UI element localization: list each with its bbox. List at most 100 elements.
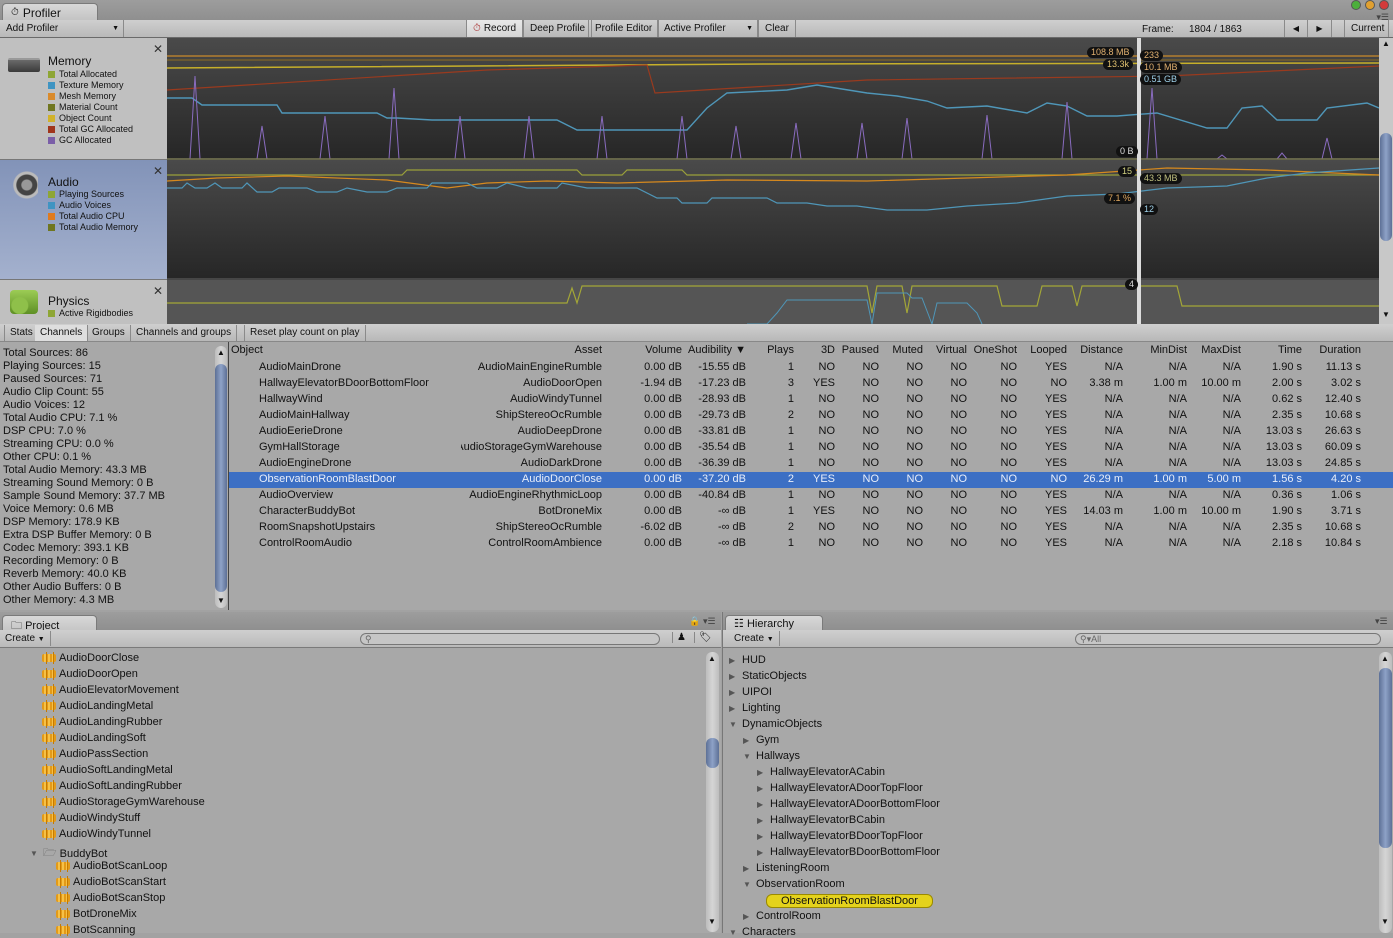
hierarchy-item[interactable]: ▶ HallwayElevatorADoorBottomFloor [757,798,940,810]
clear-button[interactable]: Clear [758,20,796,37]
scroll-thumb[interactable] [1380,133,1392,241]
scroll-up-icon[interactable]: ▲ [1381,654,1389,663]
panel-menu-icon[interactable]: ▾☰ [703,616,716,627]
tab-channels-and-groups[interactable]: Channels and groups [131,325,238,341]
collapse-arrow-icon[interactable]: ▼ [729,928,739,937]
legend-item[interactable]: Total Audio CPU [48,211,138,222]
table-row[interactable]: AudioMainDrone AudioMainEngineRumble 0.00 … [229,360,1393,376]
table-row[interactable]: AudioEerieDrone AudioDeepDrone 0.00 dB -33.… [229,424,1393,440]
expand-arrow-icon[interactable]: ▶ [729,704,739,713]
prev-frame-button[interactable]: ◀ [1284,20,1308,37]
project-item[interactable]: AudioLandingRubber [42,716,162,728]
expand-arrow-icon[interactable]: ▶ [757,800,767,809]
legend-item[interactable]: Total Allocated [48,69,133,80]
tab-stats[interactable]: Stats [4,325,39,341]
tab-project[interactable]: 🗀 Project [2,615,97,632]
table-row[interactable]: AudioOverview AudioEngineRhythmicLoop 0.00… [229,488,1393,504]
column-header[interactable]: 3D [797,344,835,356]
hierarchy-search-input[interactable]: ⚲▾All [1075,633,1381,645]
legend-item[interactable]: Playing Sources [48,189,138,200]
expand-arrow-icon[interactable]: ▶ [743,864,753,873]
project-item[interactable]: AudioDoorClose [42,652,139,664]
charts-scrollbar[interactable]: ▲ ▼ [1379,38,1393,324]
column-header[interactable]: Paused [839,344,879,356]
hierarchy-scrollbar[interactable]: ▲ ▼ [1379,652,1392,933]
project-item[interactable]: AudioElevatorMovement [42,684,179,696]
module-memory[interactable]: Memory ✕ Total Allocated Texture Memory … [0,38,167,160]
expand-arrow-icon[interactable]: ▶ [757,832,767,841]
next-frame-button[interactable]: ▶ [1308,20,1332,37]
table-row[interactable]: RoomSnapshotUpstairs ShipStereoOcRumble -6… [229,520,1393,536]
project-item[interactable]: AudioBotScanStop [56,892,165,904]
hierarchy-item[interactable]: ▶ UIPOI [729,686,772,698]
project-item[interactable]: AudioWindyTunnel [42,828,151,840]
column-header[interactable]: Audibility ▼ [684,344,746,356]
project-item[interactable]: AudioLandingSoft [42,732,146,744]
scroll-thumb[interactable] [215,364,227,592]
chart-svg[interactable] [167,38,1379,324]
scroll-down-icon[interactable]: ▼ [217,596,225,605]
hierarchy-item[interactable]: ▶ ControlRoom [743,910,821,922]
stats-scrollbar[interactable]: ▲ ▼ [215,346,227,608]
column-header[interactable]: Virtual [927,344,967,356]
scroll-down-icon[interactable]: ▼ [708,917,716,926]
project-scrollbar[interactable]: ▲ ▼ [706,652,719,932]
project-item[interactable]: AudioBotScanStart [56,876,166,888]
close-icon[interactable]: ✕ [153,284,163,298]
filter-by-label-icon[interactable]: 🏷 [694,632,716,643]
legend-item[interactable]: GC Allocated [48,135,133,146]
collapse-arrow-icon[interactable]: ▼ [743,880,753,889]
project-item[interactable]: AudioBotScanLoop [56,860,167,872]
record-button[interactable]: ⏱ Record [466,20,524,37]
create-dropdown[interactable]: Create ▼ [729,631,780,646]
legend-item[interactable]: Texture Memory [48,80,133,91]
table-row[interactable]: ControlRoomAudio ControlRoomAmbience 0.00 … [229,536,1393,552]
hierarchy-item[interactable]: ▼ Hallways [743,750,800,762]
hierarchy-item[interactable]: ▼ DynamicObjects [729,718,822,730]
hierarchy-item[interactable]: ▶ HallwayElevatorBDoorTopFloor [757,830,923,842]
collapse-arrow-icon[interactable]: ▼ [743,752,753,761]
legend-item[interactable]: Mesh Memory [48,91,133,102]
zoom-window-button[interactable] [1351,0,1361,10]
filter-by-type-icon[interactable]: ♟ [672,632,690,643]
collapse-arrow-icon[interactable]: ▼ [729,720,739,729]
create-dropdown[interactable]: Create ▼ [0,631,51,646]
table-row[interactable]: ObservationRoomBlastDoor AudioDoorClose 0.… [229,472,1393,488]
column-header[interactable]: Volume [614,344,682,356]
project-item[interactable]: BotDroneMix [56,908,137,920]
close-window-button[interactable] [1379,0,1389,10]
hierarchy-item[interactable]: ▶ HallwayElevatorBDoorBottomFloor [757,846,940,858]
module-physics[interactable]: Physics ✕ Active Rigidbodies [0,280,167,324]
panel-menu-icon[interactable]: ▾☰ [1375,616,1388,627]
hierarchy-item[interactable]: ▶ ListeningRoom [743,862,829,874]
legend-item[interactable]: Total Audio Memory [48,222,138,233]
column-header[interactable]: Looped [1021,344,1067,356]
hierarchy-item[interactable]: ▶ HallwayElevatorBCabin [757,814,885,826]
table-row[interactable]: CharacterBuddyBot BotDroneMix 0.00 dB -∞ dB… [229,504,1393,520]
scroll-up-icon[interactable]: ▲ [217,348,225,357]
deep-profile-button[interactable]: Deep Profile [523,20,593,37]
column-header[interactable]: Duration [1305,344,1361,356]
column-header[interactable]: MaxDist [1191,344,1241,356]
project-item[interactable]: AudioStorageGymWarehouse [42,796,205,808]
legend-item[interactable]: Total GC Allocated [48,124,133,135]
table-row[interactable]: AudioMainHallway ShipStereoOcRumble 0.00 d… [229,408,1393,424]
column-header[interactable]: Asset [461,344,602,356]
table-row[interactable]: HallwayWind AudioWindyTunnel 0.00 dB -28.93… [229,392,1393,408]
legend-item[interactable]: Active Rigidbodies [48,308,133,319]
column-header[interactable]: Object [231,344,461,356]
legend-item[interactable]: Material Count [48,102,133,113]
hierarchy-item[interactable]: ▶ HallwayElevatorACabin [757,766,885,778]
scroll-up-icon[interactable]: ▲ [1382,39,1390,48]
column-header[interactable]: Distance [1071,344,1123,356]
hierarchy-item[interactable]: ▶ Gym [743,734,779,746]
profiler-charts[interactable]: 108.8 MB 13.3k 233 10.1 MB 0.51 GB 0 B 1… [167,38,1379,324]
expand-arrow-icon[interactable]: ▶ [757,816,767,825]
scroll-down-icon[interactable]: ▼ [1382,310,1390,319]
minimize-window-button[interactable] [1365,0,1375,10]
scroll-down-icon[interactable]: ▼ [1381,917,1389,926]
close-icon[interactable]: ✕ [153,164,163,178]
hierarchy-item[interactable]: ▶ HallwayElevatorADoorTopFloor [757,782,923,794]
table-row[interactable]: GymHallStorage AudioStorageGymWarehouse 0.… [229,440,1393,456]
project-search-input[interactable]: ⚲ [360,633,660,645]
